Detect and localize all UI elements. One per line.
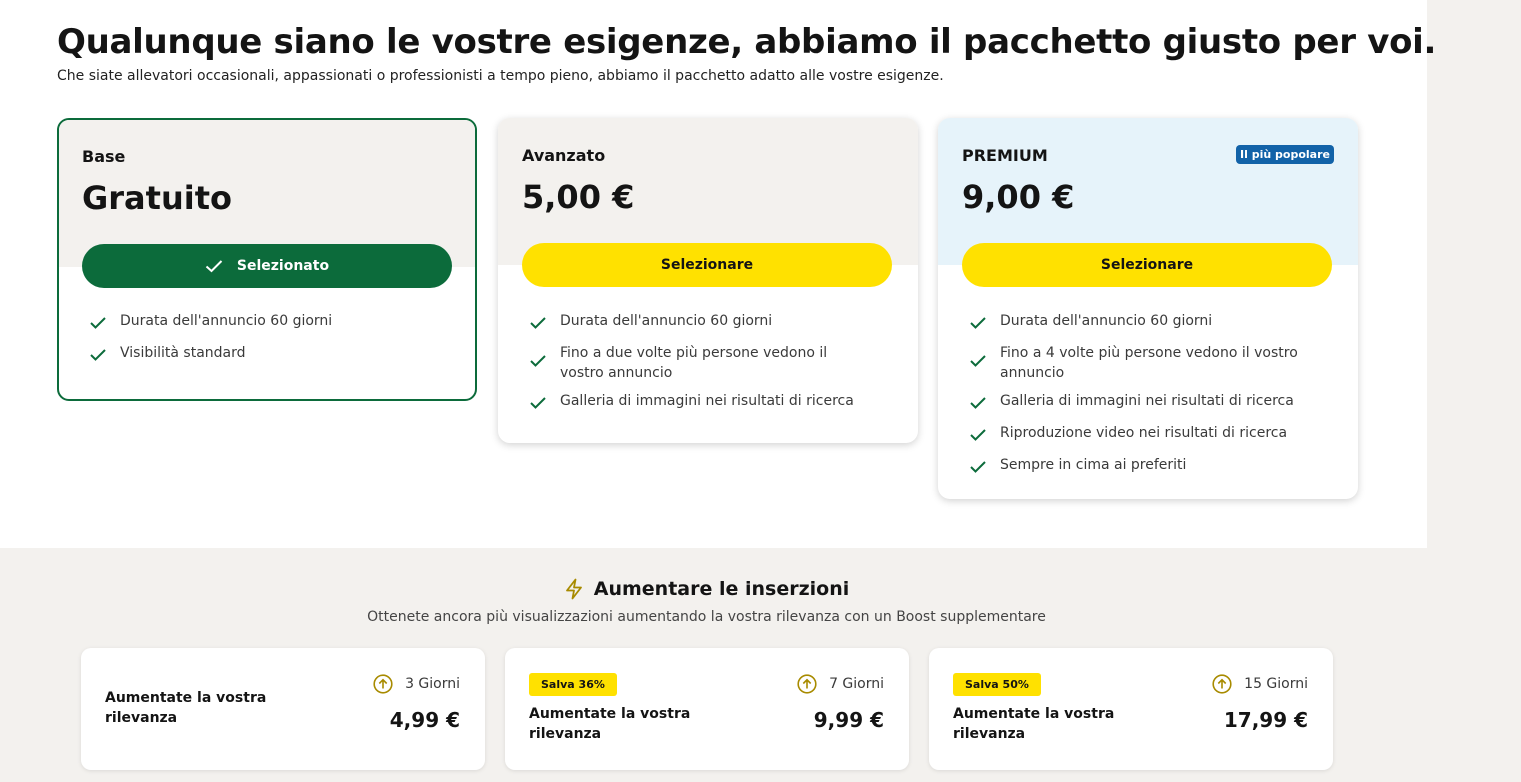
plan-price: Gratuito — [82, 179, 232, 217]
check-icon — [970, 423, 986, 447]
boost-subtitle: Ottenete ancora più visualizzazioni aume… — [367, 609, 1046, 625]
popular-badge: Il più popolare — [1236, 145, 1334, 164]
feature-text: Visibilità standard — [120, 345, 246, 361]
feature-item: Durata dell'annuncio 60 giorni — [970, 311, 1334, 335]
selected-button[interactable]: Selezionato — [82, 244, 452, 288]
feature-item: Fino a due volte più persone vedono il v… — [530, 343, 894, 383]
page-subtitle: Che siate allevatori occasionali, appass… — [57, 68, 944, 84]
select-button[interactable]: Selezionare — [522, 243, 892, 287]
plan-name: Avanzato — [522, 146, 606, 165]
boost-option-card[interactable]: Salva 36% Aumentate la vostra rilevanza … — [505, 648, 909, 770]
check-icon — [530, 343, 546, 373]
arrow-up-circle-icon — [373, 674, 393, 694]
plan-card-avanzato[interactable]: Avanzato 5,00 € Selezionare Durata dell'… — [498, 118, 918, 443]
feature-list: Durata dell'annuncio 60 giorni Fino a 4 … — [938, 265, 1358, 499]
feature-item: Galleria di immagini nei risultati di ri… — [970, 391, 1334, 415]
feature-item: Riproduzione video nei risultati di rice… — [970, 423, 1334, 447]
select-button[interactable]: Selezionare — [962, 243, 1332, 287]
page-title: Qualunque siano le vostre esigenze, abbi… — [57, 22, 1437, 62]
plan-name: PREMIUM — [962, 146, 1048, 165]
boost-description: Aumentate la vostra rilevanza — [953, 706, 1115, 742]
feature-list: Durata dell'annuncio 60 giorni Fino a du… — [498, 265, 918, 443]
arrow-up-circle-icon — [797, 674, 817, 694]
feature-item: Durata dell'annuncio 60 giorni — [530, 311, 894, 335]
check-icon — [970, 455, 986, 479]
feature-item: Sempre in cima ai preferiti — [970, 455, 1334, 479]
plan-card-premium[interactable]: PREMIUM Il più popolare 9,00 € Seleziona… — [938, 118, 1358, 499]
check-icon — [205, 259, 223, 273]
button-label: Selezionato — [236, 258, 330, 274]
check-icon — [530, 391, 546, 415]
feature-text: Fino a due volte più persone vedono il v… — [560, 345, 828, 381]
boost-duration: 3 Giorni — [373, 674, 460, 694]
boost-description: Aumentate la vostra rilevanza — [529, 706, 691, 742]
boost-heading: Aumentare le inserzioni — [0, 578, 1413, 600]
boost-option-card[interactable]: Aumentate la vostra rilevanza 3 Giorni 4… — [81, 648, 485, 770]
packages-section: Qualunque siano le vostre esigenze, abbi… — [0, 0, 1436, 548]
boost-option-card[interactable]: Salva 50% Aumentate la vostra rilevanza … — [929, 648, 1333, 770]
feature-item: Durata dell'annuncio 60 giorni — [90, 311, 452, 335]
feature-item: Visibilità standard — [90, 343, 452, 367]
boost-description: Aumentate la vostra rilevanza — [105, 690, 267, 726]
boost-days-label: 15 Giorni — [1244, 676, 1308, 692]
feature-text: Galleria di immagini nei risultati di ri… — [560, 393, 854, 409]
plan-card-base[interactable]: Base Gratuito Selezionato Durata dell'an… — [57, 118, 477, 401]
boost-price: 9,99 € — [813, 708, 884, 732]
boost-days-label: 7 Giorni — [829, 676, 884, 692]
plan-name: Base — [82, 147, 126, 166]
feature-text: Durata dell'annuncio 60 giorni — [560, 313, 773, 329]
feature-item: Galleria di immagini nei risultati di ri… — [530, 391, 894, 415]
save-badge: Salva 36% — [529, 673, 617, 696]
check-icon — [970, 311, 986, 335]
check-icon — [530, 311, 546, 335]
check-icon — [970, 391, 986, 415]
arrow-up-circle-icon — [1212, 674, 1232, 694]
boost-title: Aumentare le inserzioni — [593, 578, 850, 600]
boost-price: 17,99 € — [1223, 708, 1308, 732]
feature-text: Fino a 4 volte più persone vedono il vos… — [1000, 345, 1298, 381]
feature-text: Riproduzione video nei risultati di rice… — [1000, 425, 1288, 441]
check-icon — [90, 343, 106, 367]
bolt-icon — [564, 578, 584, 600]
boost-duration: 7 Giorni — [797, 674, 884, 694]
feature-text: Durata dell'annuncio 60 giorni — [1000, 313, 1213, 329]
check-icon — [970, 343, 986, 373]
boost-price: 4,99 € — [389, 708, 460, 732]
boost-duration: 15 Giorni — [1212, 674, 1308, 694]
plan-price: 9,00 € — [962, 178, 1075, 216]
save-badge: Salva 50% — [953, 673, 1041, 696]
feature-text: Galleria di immagini nei risultati di ri… — [1000, 393, 1294, 409]
feature-item: Fino a 4 volte più persone vedono il vos… — [970, 343, 1334, 383]
plan-price: 5,00 € — [522, 178, 635, 216]
feature-text: Durata dell'annuncio 60 giorni — [120, 313, 333, 329]
boost-days-label: 3 Giorni — [405, 676, 460, 692]
feature-text: Sempre in cima ai preferiti — [1000, 457, 1187, 473]
check-icon — [90, 311, 106, 335]
